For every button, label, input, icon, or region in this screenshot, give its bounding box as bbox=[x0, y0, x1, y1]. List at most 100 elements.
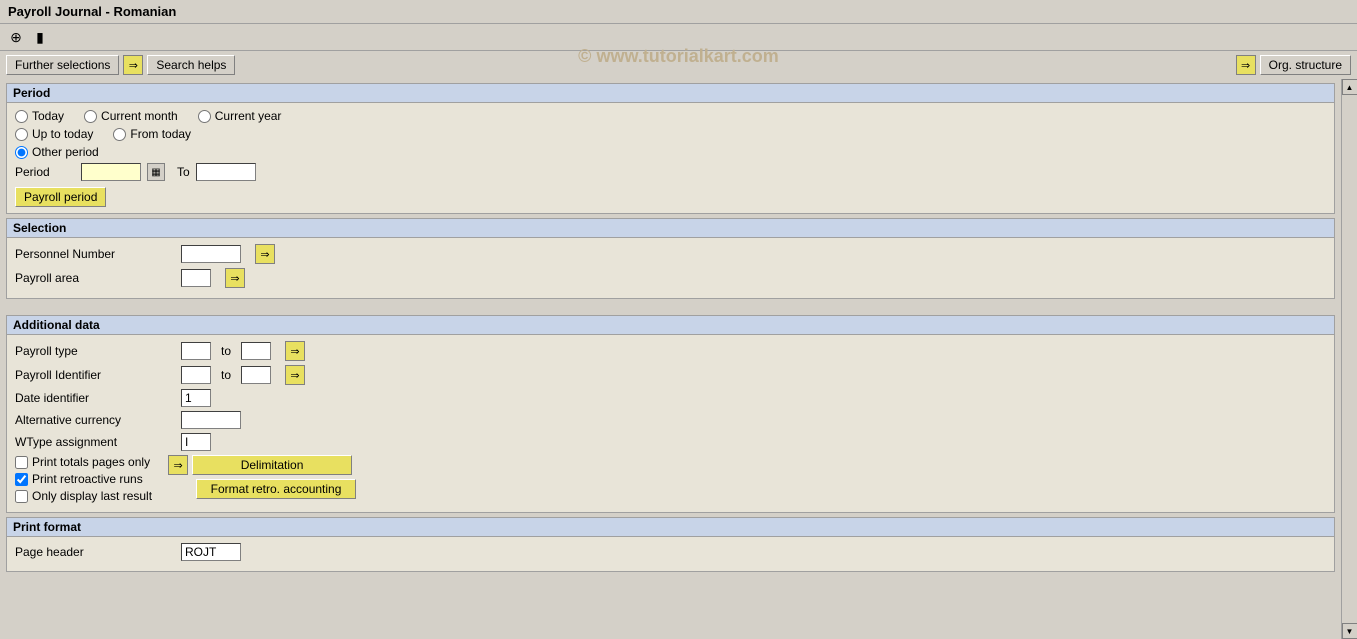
up-to-today-label: Up to today bbox=[32, 127, 93, 141]
up-to-today-radio[interactable] bbox=[15, 128, 28, 141]
additional-data-header: Additional data bbox=[7, 316, 1334, 335]
print-retroactive-label: Print retroactive runs bbox=[32, 472, 143, 486]
date-identifier-input[interactable] bbox=[181, 389, 211, 407]
period-header: Period bbox=[7, 84, 1334, 103]
title-bar: Payroll Journal - Romanian bbox=[0, 0, 1357, 24]
checkboxes-col: Print totals pages only Print retroactiv… bbox=[15, 455, 152, 506]
page-header-input[interactable] bbox=[181, 543, 241, 561]
back-icon[interactable]: ⊕ bbox=[6, 27, 26, 47]
print-retroactive-checkbox[interactable] bbox=[15, 473, 28, 486]
personnel-number-label: Personnel Number bbox=[15, 247, 175, 261]
only-display-last-row: Only display last result bbox=[15, 489, 152, 503]
payroll-period-row: Payroll period bbox=[15, 187, 1326, 207]
today-label: Today bbox=[32, 109, 64, 123]
payroll-identifier-to-label: to bbox=[221, 368, 231, 382]
payroll-type-label: Payroll type bbox=[15, 344, 175, 358]
period-section: Period Today Current month Current year bbox=[6, 83, 1335, 214]
alternative-currency-input[interactable] bbox=[181, 411, 241, 429]
today-radio[interactable] bbox=[15, 110, 28, 123]
print-totals-label: Print totals pages only bbox=[32, 455, 150, 469]
radio-row-3: Other period bbox=[15, 145, 1326, 159]
scroll-up-button[interactable]: ▲ bbox=[1342, 79, 1357, 95]
up-to-today-radio-label[interactable]: Up to today bbox=[15, 127, 93, 141]
delimitation-arrow-icon[interactable]: ⇒ bbox=[168, 455, 188, 475]
period-input-row: Period ▦ To bbox=[15, 163, 1326, 181]
payroll-area-arrow-icon[interactable]: ⇒ bbox=[225, 268, 245, 288]
period-to-input[interactable] bbox=[196, 163, 256, 181]
payroll-identifier-input[interactable] bbox=[181, 366, 211, 384]
print-format-body: Page header bbox=[7, 537, 1334, 571]
delimitation-button[interactable]: Delimitation bbox=[192, 455, 352, 475]
print-retroactive-row: Print retroactive runs bbox=[15, 472, 152, 486]
period-body: Today Current month Current year Up to t… bbox=[7, 103, 1334, 213]
wtype-assignment-input[interactable] bbox=[181, 433, 211, 451]
payroll-type-row: Payroll type to ⇒ bbox=[15, 341, 1326, 361]
print-totals-row: Print totals pages only bbox=[15, 455, 152, 469]
current-month-radio-label[interactable]: Current month bbox=[84, 109, 178, 123]
action-buttons-col: ⇒ Delimitation Format retro. accounting bbox=[168, 455, 356, 499]
page-header-label: Page header bbox=[15, 545, 175, 559]
payroll-type-input[interactable] bbox=[181, 342, 211, 360]
radio-row-2: Up to today From today bbox=[15, 127, 1326, 141]
payroll-type-to-label: to bbox=[221, 344, 231, 358]
radio-row-1: Today Current month Current year bbox=[15, 109, 1326, 123]
wtype-assignment-label: WType assignment bbox=[15, 435, 175, 449]
other-period-label: Other period bbox=[32, 145, 99, 159]
from-today-radio-label[interactable]: From today bbox=[113, 127, 191, 141]
app-title: Payroll Journal - Romanian bbox=[8, 4, 176, 19]
payroll-area-row: Payroll area ⇒ bbox=[15, 268, 1326, 288]
alternative-currency-label: Alternative currency bbox=[15, 413, 175, 427]
today-radio-label[interactable]: Today bbox=[15, 109, 64, 123]
org-structure-arrow-icon[interactable]: ⇒ bbox=[1236, 55, 1256, 75]
only-display-last-checkbox[interactable] bbox=[15, 490, 28, 503]
page-header-row: Page header bbox=[15, 543, 1326, 561]
period-from-input[interactable] bbox=[81, 163, 141, 181]
to-label: To bbox=[177, 165, 190, 179]
forward-icon[interactable]: ▮ bbox=[30, 27, 50, 47]
wtype-assignment-row: WType assignment bbox=[15, 433, 1326, 451]
print-format-header: Print format bbox=[7, 518, 1334, 537]
payroll-area-input[interactable] bbox=[181, 269, 211, 287]
format-retro-button[interactable]: Format retro. accounting bbox=[196, 479, 356, 499]
selection-body: Personnel Number ⇒ Payroll area ⇒ bbox=[7, 238, 1334, 298]
additional-data-body: Payroll type to ⇒ Payroll Identifier to … bbox=[7, 335, 1334, 512]
alternative-currency-row: Alternative currency bbox=[15, 411, 1326, 429]
payroll-period-button[interactable]: Payroll period bbox=[15, 187, 106, 207]
other-period-radio-label[interactable]: Other period bbox=[15, 145, 99, 159]
delimitation-row: ⇒ Delimitation bbox=[168, 455, 356, 475]
current-year-label: Current year bbox=[215, 109, 282, 123]
search-helps-button[interactable]: Search helps bbox=[147, 55, 235, 75]
checkboxes-buttons-row: Print totals pages only Print retroactiv… bbox=[15, 455, 1326, 506]
personnel-number-input[interactable] bbox=[181, 245, 241, 263]
button-row: Further selections ⇒ Search helps ⇒ Org.… bbox=[0, 51, 1357, 79]
period-field-label: Period bbox=[15, 165, 75, 179]
content-area: Period Today Current month Current year bbox=[0, 79, 1357, 639]
scroll-down-button[interactable]: ▼ bbox=[1342, 623, 1357, 639]
scrollbar-right: ▲ ▼ bbox=[1341, 79, 1357, 639]
date-identifier-label: Date identifier bbox=[15, 391, 175, 405]
further-selections-button[interactable]: Further selections bbox=[6, 55, 119, 75]
format-retro-row: Format retro. accounting bbox=[168, 479, 356, 499]
print-totals-checkbox[interactable] bbox=[15, 456, 28, 469]
payroll-identifier-to-input[interactable] bbox=[241, 366, 271, 384]
from-today-label: From today bbox=[130, 127, 191, 141]
current-year-radio[interactable] bbox=[198, 110, 211, 123]
date-identifier-row: Date identifier bbox=[15, 389, 1326, 407]
from-today-radio[interactable] bbox=[113, 128, 126, 141]
payroll-identifier-label: Payroll Identifier bbox=[15, 368, 175, 382]
payroll-type-to-input[interactable] bbox=[241, 342, 271, 360]
other-period-radio[interactable] bbox=[15, 146, 28, 159]
payroll-identifier-row: Payroll Identifier to ⇒ bbox=[15, 365, 1326, 385]
payroll-area-label: Payroll area bbox=[15, 271, 175, 285]
current-month-radio[interactable] bbox=[84, 110, 97, 123]
personnel-number-arrow-icon[interactable]: ⇒ bbox=[255, 244, 275, 264]
spacer bbox=[0, 303, 1341, 311]
further-selections-arrow-icon[interactable]: ⇒ bbox=[123, 55, 143, 75]
payroll-identifier-arrow-icon[interactable]: ⇒ bbox=[285, 365, 305, 385]
current-year-radio-label[interactable]: Current year bbox=[198, 109, 282, 123]
org-structure-button[interactable]: Org. structure bbox=[1260, 55, 1351, 75]
main-content: Period Today Current month Current year bbox=[0, 79, 1341, 639]
period-calendar-icon[interactable]: ▦ bbox=[147, 163, 165, 181]
payroll-type-arrow-icon[interactable]: ⇒ bbox=[285, 341, 305, 361]
toolbar: ⊕ ▮ © www.tutorialkart.com bbox=[0, 24, 1357, 51]
